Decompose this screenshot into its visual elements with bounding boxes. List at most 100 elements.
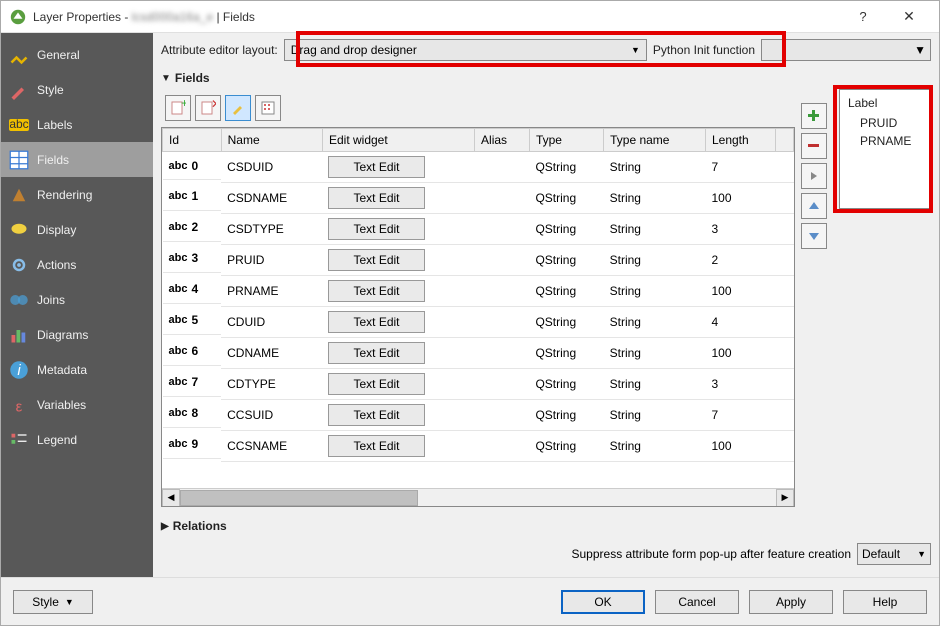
sidebar-item-style[interactable]: Style	[1, 72, 153, 107]
edit-widget-button[interactable]: Text Edit	[328, 373, 424, 395]
cell-alias[interactable]	[475, 431, 530, 462]
table-row[interactable]: abc 2CSDTYPEText EditQStringString3	[163, 214, 794, 245]
edit-widget-button[interactable]: Text Edit	[328, 435, 424, 457]
apply-button[interactable]: Apply	[749, 590, 833, 614]
style-menu-button[interactable]: Style ▼	[13, 590, 93, 614]
label-tree-item[interactable]: PRNAME	[848, 132, 922, 150]
sidebar-item-fields[interactable]: Fields	[1, 142, 153, 177]
cell-alias[interactable]	[475, 276, 530, 307]
python-init-combo[interactable]: ▼	[761, 39, 931, 61]
table-row[interactable]: abc 6CDNAMEText EditQStringString100	[163, 338, 794, 369]
edit-widget-button[interactable]: Text Edit	[328, 404, 424, 426]
cell-length: 7	[705, 400, 775, 431]
sidebar-item-diagrams[interactable]: Diagrams	[1, 317, 153, 352]
field-calculator-button[interactable]	[255, 95, 281, 121]
suppress-combo[interactable]: Default ▼	[857, 543, 931, 565]
table-row[interactable]: abc 9CCSNAMEText EditQStringString100	[163, 431, 794, 462]
cell-alias[interactable]	[475, 245, 530, 276]
horizontal-scrollbar[interactable]: ◀ ▶	[162, 488, 794, 506]
edit-widget-button[interactable]: Text Edit	[328, 187, 424, 209]
cell-alias[interactable]	[475, 338, 530, 369]
sidebar-item-label: Display	[37, 223, 76, 237]
table-row[interactable]: abc 4PRNAMEText EditQStringString100	[163, 276, 794, 307]
col-alias[interactable]: Alias	[475, 129, 530, 152]
move-up-button[interactable]	[801, 193, 827, 219]
move-down-button[interactable]	[801, 223, 827, 249]
sidebar-item-metadata[interactable]: iMetadata	[1, 352, 153, 387]
cell-alias[interactable]	[475, 152, 530, 183]
cell-type: QString	[529, 431, 603, 462]
abc-icon: abc	[9, 115, 29, 135]
edit-widget-button[interactable]: Text Edit	[328, 156, 424, 178]
designer-label-tree[interactable]: Label PRUID PRNAME	[839, 89, 931, 209]
scroll-left-button[interactable]: ◀	[162, 489, 180, 507]
sidebar-item-legend[interactable]: Legend	[1, 422, 153, 457]
scroll-thumb[interactable]	[180, 490, 418, 506]
cell-length: 100	[705, 338, 775, 369]
table-row[interactable]: abc 8CCSUIDText EditQStringString7	[163, 400, 794, 431]
cell-length: 4	[705, 307, 775, 338]
relations-section-header[interactable]: ▶ Relations	[161, 519, 795, 533]
cell-alias[interactable]	[475, 369, 530, 400]
ok-button[interactable]: OK	[561, 590, 645, 614]
cell-spacer	[776, 307, 794, 338]
cell-alias[interactable]	[475, 214, 530, 245]
attr-editor-layout-combo[interactable]: Drag and drop designer ▼	[284, 39, 647, 61]
edit-widget-button[interactable]: Text Edit	[328, 218, 424, 240]
sidebar-item-rendering[interactable]: Rendering	[1, 177, 153, 212]
table-row[interactable]: abc 7CDTYPEText EditQStringString3	[163, 369, 794, 400]
sidebar-item-joins[interactable]: Joins	[1, 282, 153, 317]
sidebar-item-label: Labels	[37, 118, 72, 132]
remove-item-button[interactable]	[801, 133, 827, 159]
table-row[interactable]: abc 0CSDUIDText EditQStringString7	[163, 152, 794, 183]
add-item-button[interactable]	[801, 103, 827, 129]
sidebar-item-labels[interactable]: abc Labels	[1, 107, 153, 142]
join-icon	[9, 290, 29, 310]
edit-widget-button[interactable]: Text Edit	[328, 342, 424, 364]
help-titlebar[interactable]: ?	[843, 9, 883, 24]
edit-mode-button[interactable]	[225, 95, 251, 121]
expression-button[interactable]	[801, 163, 827, 189]
cell-id: abc 1	[163, 183, 222, 211]
col-type[interactable]: Type	[529, 129, 603, 152]
sidebar-item-label: Style	[37, 83, 64, 97]
sidebar-item-label: Legend	[37, 433, 77, 447]
cell-spacer	[776, 338, 794, 369]
col-length[interactable]: Length	[705, 129, 775, 152]
new-field-button[interactable]: +	[165, 95, 191, 121]
edit-widget-button[interactable]: Text Edit	[328, 311, 424, 333]
table-row[interactable]: abc 1CSDNAMEText EditQStringString100	[163, 183, 794, 214]
label-tree-item[interactable]: PRUID	[848, 114, 922, 132]
cell-alias[interactable]	[475, 307, 530, 338]
fields-section-header[interactable]: ▼ Fields	[161, 71, 931, 85]
bubble-icon	[9, 220, 29, 240]
sidebar-item-general[interactable]: General	[1, 37, 153, 72]
button-label: Apply	[776, 595, 806, 609]
sidebar-item-actions[interactable]: Actions	[1, 247, 153, 282]
brush-icon	[9, 80, 29, 100]
sidebar-item-label: Fields	[37, 153, 69, 167]
edit-widget-button[interactable]: Text Edit	[328, 249, 424, 271]
sidebar-item-variables[interactable]: εVariables	[1, 387, 153, 422]
col-id[interactable]: Id	[163, 129, 222, 152]
cell-id: abc 0	[163, 152, 222, 180]
cell-name: CSDNAME	[221, 183, 322, 214]
table-row[interactable]: abc 5CDUIDText EditQStringString4	[163, 307, 794, 338]
scroll-right-button[interactable]: ▶	[776, 489, 794, 507]
col-name[interactable]: Name	[221, 129, 322, 152]
edit-widget-button[interactable]: Text Edit	[328, 280, 424, 302]
col-type-name[interactable]: Type name	[604, 129, 706, 152]
cell-edit-widget: Text Edit	[322, 338, 474, 369]
cell-alias[interactable]	[475, 400, 530, 431]
close-button[interactable]: ✕	[887, 2, 931, 32]
sidebar-item-display[interactable]: Display	[1, 212, 153, 247]
cell-id: abc 2	[163, 214, 222, 242]
cell-length: 100	[705, 183, 775, 214]
cell-id: abc 5	[163, 307, 222, 335]
table-row[interactable]: abc 3PRUIDText EditQStringString2	[163, 245, 794, 276]
cell-alias[interactable]	[475, 183, 530, 214]
col-edit-widget[interactable]: Edit widget	[322, 129, 474, 152]
delete-field-button[interactable]: ✕	[195, 95, 221, 121]
cancel-button[interactable]: Cancel	[655, 590, 739, 614]
help-button[interactable]: Help	[843, 590, 927, 614]
